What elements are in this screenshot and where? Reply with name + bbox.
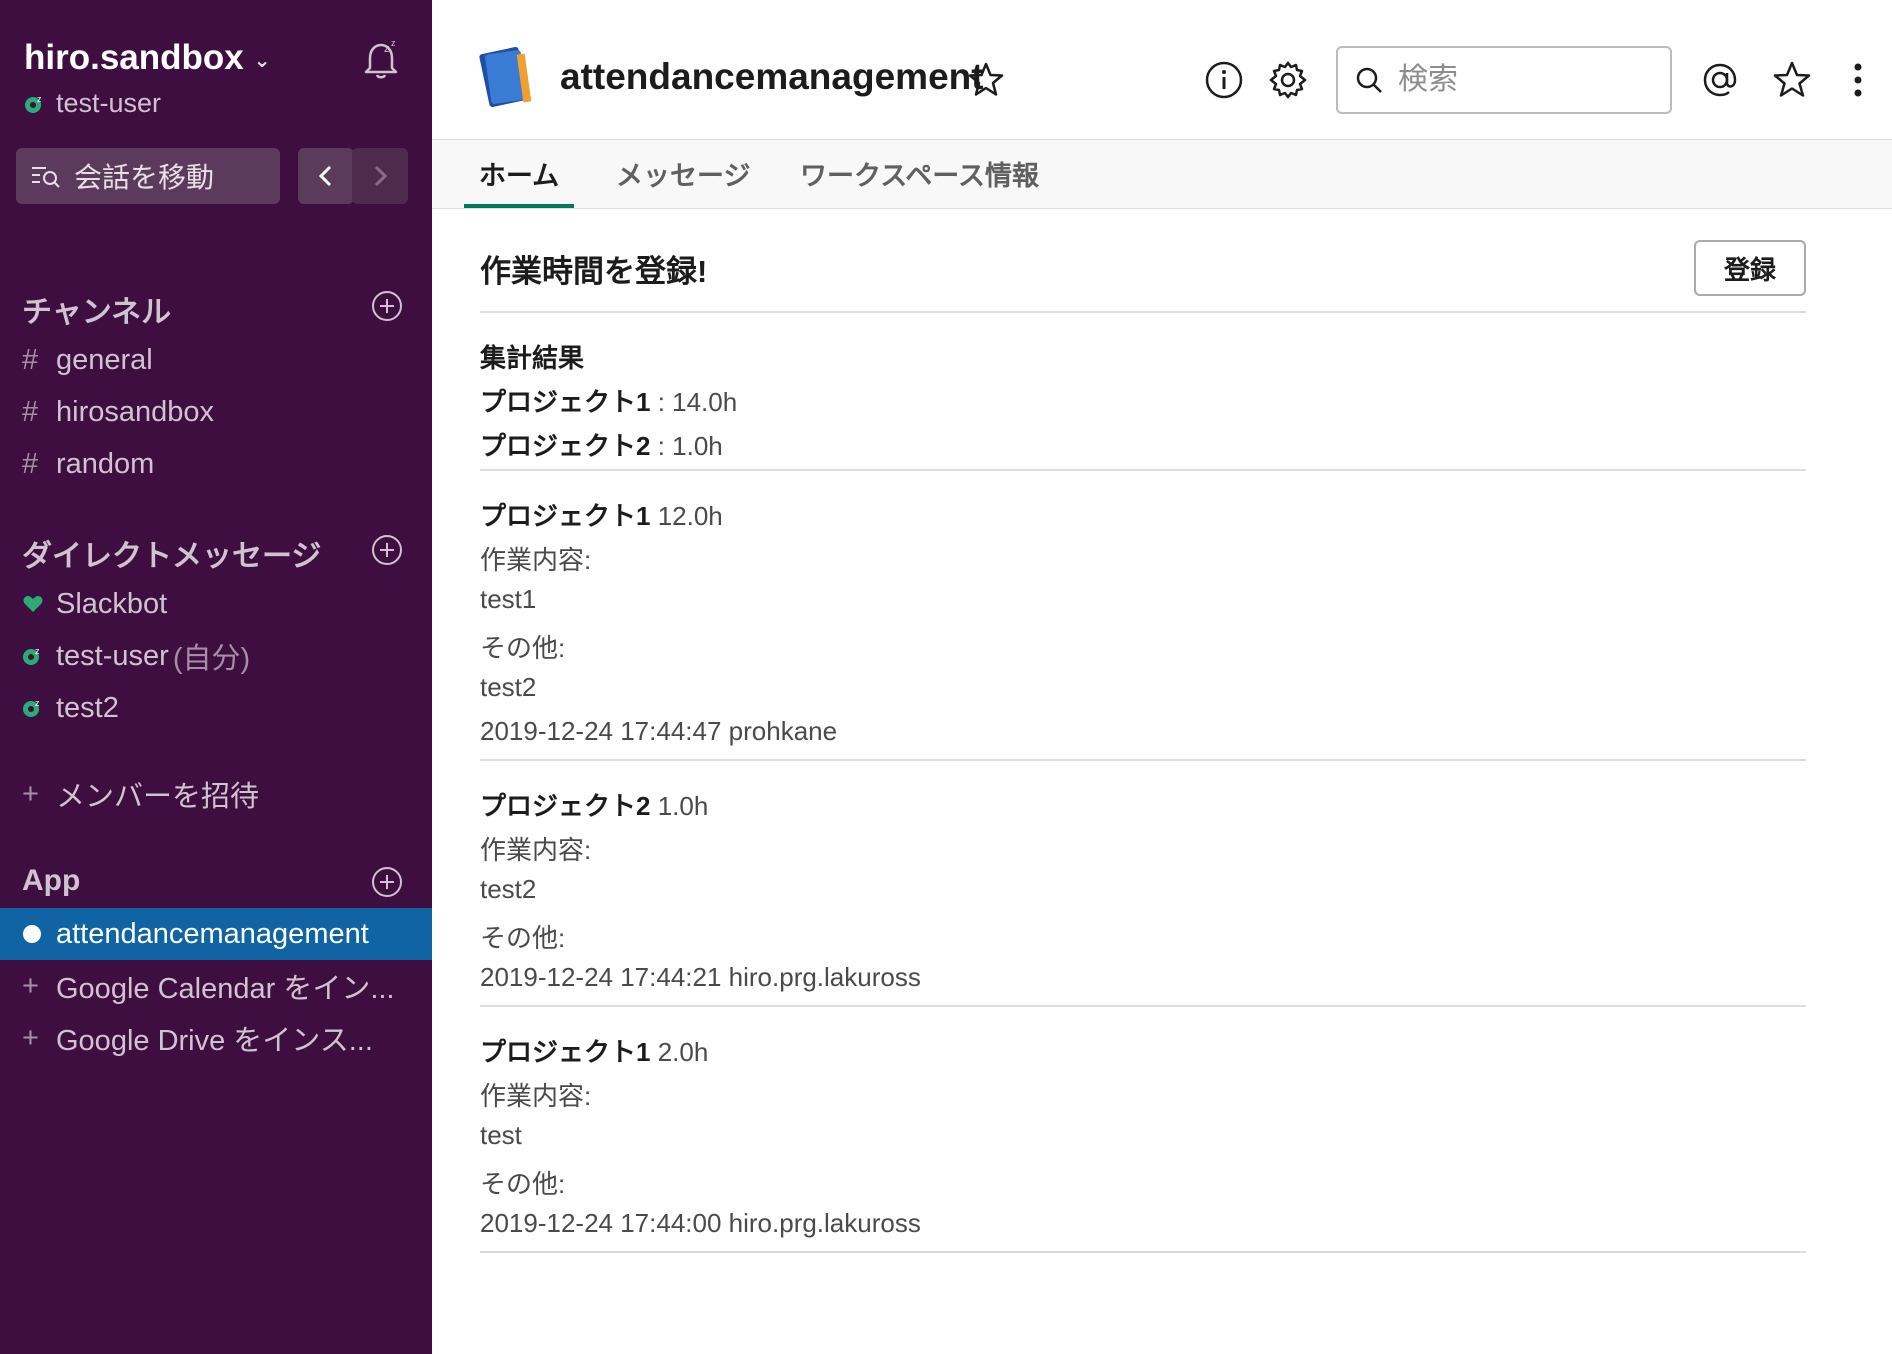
dm-test-user[interactable]: z test-user (自分)	[0, 630, 432, 682]
online-dot-icon	[23, 925, 41, 943]
workspace-name: hiro.sandbox	[24, 38, 244, 77]
history-forward-button[interactable]	[352, 148, 408, 204]
entry-project: プロジェクト1 12.0h	[480, 501, 723, 531]
chevron-down-icon: ⌄	[253, 49, 271, 72]
more-vertical-icon[interactable]	[1836, 58, 1880, 102]
entry-content-label: 作業内容:	[480, 1081, 592, 1111]
entry-project: プロジェクト2 1.0h	[480, 791, 709, 821]
summary-row: プロジェクト1 : 14.0h	[480, 387, 738, 417]
divider	[480, 311, 1806, 313]
apps-header[interactable]: App	[22, 864, 80, 898]
saved-items-star-icon[interactable]	[1770, 58, 1814, 102]
dm-slackbot[interactable]: Slackbot	[0, 578, 432, 630]
invite-members-button[interactable]: + メンバーを招待	[0, 768, 432, 820]
channel-hirosandbox[interactable]: # hirosandbox	[0, 386, 432, 438]
chevron-right-icon	[374, 165, 388, 187]
summary-heading: 集計結果	[480, 343, 585, 373]
tab-workspace-info[interactable]: ワークスペース情報	[800, 154, 1039, 208]
current-user[interactable]: z test-user	[24, 88, 161, 119]
entry-other-label: その他:	[480, 1169, 566, 1199]
presence-away-icon: z	[23, 698, 40, 717]
divider	[480, 1251, 1806, 1253]
presence-away-icon: z	[23, 646, 40, 665]
workspace-menu[interactable]: hiro.sandbox ⌄	[24, 38, 271, 78]
register-title: 作業時間を登録!	[480, 254, 708, 289]
app-google-calendar-install[interactable]: + Google Calendar をイン...	[0, 960, 432, 1012]
self-suffix: (自分)	[172, 643, 251, 675]
sidebar: hiro.sandbox ⌄ z z z test-user 会話を移動 チャン…	[0, 0, 432, 1354]
entry-content: test1	[480, 584, 537, 614]
svg-text:z: z	[35, 646, 40, 656]
channel-random[interactable]: # random	[0, 438, 432, 490]
history-back-button[interactable]	[298, 148, 354, 204]
add-channel-icon[interactable]	[371, 290, 403, 322]
hash-icon: #	[22, 447, 39, 480]
divider	[480, 1005, 1806, 1007]
dm-test2[interactable]: z test2	[0, 682, 432, 734]
svg-text:z: z	[391, 38, 396, 48]
star-icon[interactable]	[966, 60, 1006, 100]
entry-content-label: 作業内容:	[480, 835, 592, 865]
add-dm-icon[interactable]	[371, 534, 403, 566]
app-attendancemanagement[interactable]: attendancemanagement	[0, 908, 432, 960]
hash-icon: #	[22, 343, 39, 376]
channel-header: attendancemanagement	[432, 0, 1892, 140]
chevron-left-icon	[318, 165, 332, 187]
heart-icon	[23, 596, 43, 612]
entry-content: test	[480, 1120, 522, 1150]
channel-general[interactable]: # general	[0, 334, 432, 386]
search-input[interactable]	[1396, 62, 1640, 98]
divider	[480, 469, 1806, 471]
svg-text:z: z	[384, 43, 390, 55]
search-box[interactable]	[1336, 46, 1672, 114]
tab-home[interactable]: ホーム	[464, 154, 574, 208]
gear-icon[interactable]	[1266, 58, 1310, 102]
presence-away-icon: z	[25, 94, 42, 113]
info-icon[interactable]	[1202, 58, 1246, 102]
search-list-icon	[32, 167, 60, 188]
tab-bar: ホーム メッセージ ワークスペース情報	[432, 140, 1892, 209]
channels-header[interactable]: チャンネル	[22, 287, 171, 331]
bell-snooze-icon[interactable]: z z	[358, 36, 404, 82]
entry-project: プロジェクト1 2.0h	[480, 1037, 709, 1067]
jump-label: 会話を移動	[74, 162, 215, 193]
current-user-name: test-user	[56, 88, 162, 118]
plus-icon: +	[22, 777, 39, 810]
hash-icon: #	[22, 395, 39, 428]
entry-content: test2	[480, 874, 537, 904]
entry-other-label: その他:	[480, 923, 566, 953]
search-icon	[1356, 67, 1382, 93]
summary-row: プロジェクト2 : 1.0h	[480, 431, 723, 461]
entry-other-label: その他:	[480, 633, 566, 663]
tab-messages[interactable]: メッセージ	[616, 154, 750, 208]
entry-meta: 2019-12-24 17:44:47 prohkane	[480, 716, 838, 746]
notebook-app-icon	[479, 46, 532, 108]
entry-content-label: 作業内容:	[480, 545, 592, 575]
register-button[interactable]: 登録	[1694, 240, 1806, 296]
app-google-drive-install[interactable]: + Google Drive をインス...	[0, 1012, 432, 1064]
channel-title: attendancemanagement	[560, 56, 984, 97]
plus-icon: +	[22, 969, 39, 1002]
add-app-icon[interactable]	[371, 866, 403, 898]
plus-icon: +	[22, 1021, 39, 1054]
entry-other: test2	[480, 672, 537, 702]
mentions-icon[interactable]	[1698, 58, 1742, 102]
svg-text:z: z	[35, 698, 40, 708]
divider	[480, 759, 1806, 761]
entry-meta: 2019-12-24 17:44:00 hiro.prg.lakuross	[480, 1208, 921, 1238]
svg-text:z: z	[37, 94, 42, 104]
jump-to-conversation-button[interactable]: 会話を移動	[16, 148, 280, 204]
dm-header[interactable]: ダイレクトメッセージ	[22, 531, 321, 575]
entry-meta: 2019-12-24 17:44:21 hiro.prg.lakuross	[480, 962, 921, 992]
